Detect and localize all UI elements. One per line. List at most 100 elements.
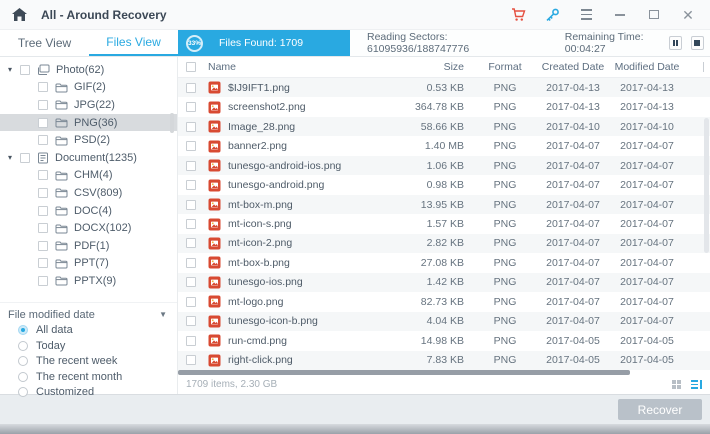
table-row[interactable]: mt-icon-2.png 2.82 KB PNG 2017-04-07 201… <box>178 233 710 254</box>
maximize-button[interactable] <box>646 7 662 23</box>
pause-button[interactable] <box>668 36 682 50</box>
cart-icon[interactable] <box>510 7 526 23</box>
header-divider <box>703 62 704 72</box>
table-row[interactable]: mt-logo.png 82.73 KB PNG 2017-04-07 2017… <box>178 292 710 311</box>
menu-icon[interactable] <box>578 7 594 23</box>
grid-view-icon[interactable] <box>672 380 681 389</box>
table-row[interactable]: tunesgo-android-ios.png 1.06 KB PNG 2017… <box>178 155 710 176</box>
row-checkbox[interactable] <box>186 238 196 249</box>
png-file-icon <box>208 237 221 250</box>
tab-files-view[interactable]: Files View <box>89 30 178 56</box>
column-header-name[interactable]: Name <box>204 61 384 73</box>
tree-item[interactable]: PSD(2) <box>0 131 177 149</box>
row-checkbox[interactable] <box>186 141 196 152</box>
table-row[interactable]: Image_28.png 58.66 KB PNG 2017-04-10 201… <box>178 116 710 137</box>
date-filter-option[interactable]: The recent week <box>8 354 177 369</box>
tree-item[interactable]: PPT(7) <box>0 255 177 273</box>
tree-item[interactable]: PPTX(9) <box>0 272 177 290</box>
row-checkbox[interactable] <box>186 180 196 191</box>
list-view-icon[interactable] <box>691 380 702 389</box>
key-icon[interactable] <box>544 7 560 23</box>
sidebar-vertical-scrollbar[interactable] <box>170 113 174 133</box>
minimize-button[interactable] <box>612 7 628 23</box>
radio-button[interactable] <box>18 325 28 336</box>
tree-item-checkbox[interactable] <box>38 275 48 286</box>
row-checkbox[interactable] <box>186 82 196 93</box>
table-row[interactable]: tunesgo-ios.png 1.42 KB PNG 2017-04-07 2… <box>178 272 710 293</box>
row-checkbox[interactable] <box>186 335 196 346</box>
table-row[interactable]: banner2.png 1.40 MB PNG 2017-04-07 2017-… <box>178 136 710 155</box>
table-vertical-scrollbar[interactable] <box>704 118 709 253</box>
row-checkbox[interactable] <box>186 121 196 132</box>
tab-tree-view[interactable]: Tree View <box>0 30 89 56</box>
tree-item[interactable]: ▾ Photo(62) <box>0 61 177 79</box>
table-row[interactable]: screenshot2.png 364.78 KB PNG 2017-04-13… <box>178 97 710 116</box>
table-row[interactable]: right-click.png 7.83 KB PNG 2017-04-05 2… <box>178 350 710 371</box>
tree-item[interactable]: DOC(4) <box>0 202 177 220</box>
table-row[interactable]: run-cmd.png 14.98 KB PNG 2017-04-05 2017… <box>178 331 710 350</box>
tree-item-checkbox[interactable] <box>38 117 48 128</box>
table-row[interactable]: mt-box-b.png 27.08 KB PNG 2017-04-07 201… <box>178 253 710 272</box>
tree-item[interactable]: JPG(22) <box>0 96 177 114</box>
row-checkbox[interactable] <box>186 316 196 327</box>
close-button[interactable]: ✕ <box>680 7 696 23</box>
stop-button[interactable] <box>690 36 704 50</box>
tree-item-icon <box>55 99 68 110</box>
row-checkbox[interactable] <box>186 160 196 171</box>
row-checkbox[interactable] <box>186 199 196 210</box>
tree-item-checkbox[interactable] <box>20 64 30 75</box>
tree-item-checkbox[interactable] <box>38 258 48 269</box>
tree-item-checkbox[interactable] <box>38 240 48 251</box>
tree-item[interactable]: GIF(2) <box>0 79 177 97</box>
table-row[interactable]: tunesgo-android.png 0.98 KB PNG 2017-04-… <box>178 175 710 194</box>
tree-item-checkbox[interactable] <box>38 82 48 93</box>
file-format: PNG <box>493 81 517 94</box>
recover-button[interactable]: Recover <box>618 399 702 420</box>
select-all-checkbox[interactable] <box>186 62 196 72</box>
tree-item-checkbox[interactable] <box>38 223 48 234</box>
row-checkbox[interactable] <box>186 219 196 230</box>
table-row[interactable]: mt-box-m.png 13.95 KB PNG 2017-04-07 201… <box>178 194 710 215</box>
tree-item-checkbox[interactable] <box>38 205 48 216</box>
row-checkbox[interactable] <box>186 355 196 366</box>
tree-item-checkbox[interactable] <box>38 170 48 181</box>
tree-item-checkbox[interactable] <box>38 99 48 110</box>
row-checkbox[interactable] <box>186 102 196 113</box>
row-checkbox[interactable] <box>186 277 196 288</box>
file-format: PNG <box>493 334 517 347</box>
file-created-date: 2017-04-05 <box>546 334 600 347</box>
tree-item-checkbox[interactable] <box>38 135 48 146</box>
date-filter-option[interactable]: Customized <box>8 384 177 399</box>
chevron-down-icon[interactable]: ▾ <box>8 65 18 74</box>
row-checkbox[interactable] <box>186 296 196 307</box>
tree-item-checkbox[interactable] <box>20 152 30 163</box>
column-header-size[interactable]: Size <box>384 61 474 73</box>
column-header-created[interactable]: Created Date <box>536 61 610 73</box>
tree-item[interactable]: PDF(1) <box>0 237 177 255</box>
file-created-date: 2017-04-07 <box>546 256 600 269</box>
file-size: 0.98 KB <box>426 179 464 192</box>
table-row[interactable]: tunesgo-icon-b.png 4.04 KB PNG 2017-04-0… <box>178 311 710 332</box>
tree-item[interactable]: CHM(4) <box>0 167 177 185</box>
radio-button[interactable] <box>18 340 28 351</box>
tree-item[interactable]: CSV(809) <box>0 184 177 202</box>
column-header-format[interactable]: Format <box>474 61 536 73</box>
tree-item[interactable]: PNG(36) <box>0 113 177 132</box>
radio-button[interactable] <box>18 386 28 397</box>
tree-item[interactable]: DOCX(102) <box>0 219 177 237</box>
home-icon[interactable] <box>12 8 27 21</box>
radio-button[interactable] <box>18 371 28 382</box>
column-header-modified[interactable]: Modified Date <box>610 61 684 73</box>
table-row[interactable]: $IJ9IFT1.png 0.53 KB PNG 2017-04-13 2017… <box>178 78 710 98</box>
table-row[interactable]: mt-icon-s.png 1.57 KB PNG 2017-04-07 201… <box>178 214 710 233</box>
date-filter-option[interactable]: The recent month <box>8 369 177 384</box>
tree-item-checkbox[interactable] <box>38 187 48 198</box>
radio-button[interactable] <box>18 356 28 367</box>
date-filter-option[interactable]: All data <box>8 323 177 338</box>
date-filter-header[interactable]: File modified date ▼ <box>8 307 177 323</box>
date-filter-option[interactable]: Today <box>8 338 177 353</box>
tree-item[interactable]: ▾ Document(1235) <box>0 149 177 167</box>
row-checkbox[interactable] <box>186 257 196 268</box>
chevron-down-icon[interactable]: ▾ <box>8 153 18 162</box>
file-format: PNG <box>493 256 517 269</box>
